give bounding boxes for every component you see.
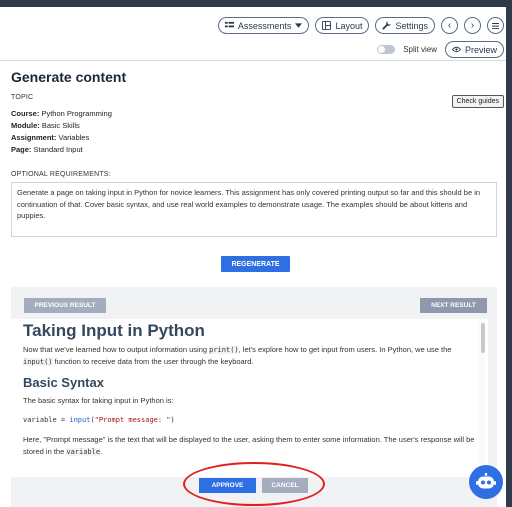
- view-controls: Split view Preview: [377, 41, 504, 58]
- result-subheading: Basic Syntax: [23, 375, 104, 390]
- split-view-label: Split view: [403, 45, 437, 54]
- regenerate-button[interactable]: REGENERATE: [221, 256, 290, 272]
- requirements-textarea[interactable]: Generate a page on taking input in Pytho…: [11, 182, 497, 237]
- topic-label: TOPIC: [11, 94, 34, 101]
- meta-assignment: Assignment: Variables: [11, 133, 90, 142]
- preview-label: Preview: [464, 44, 497, 55]
- previous-result-button[interactable]: PREVIOUS RESULT: [24, 298, 106, 313]
- top-frame-bar: [0, 0, 512, 7]
- meta-page: Page: Standard Input: [11, 145, 83, 154]
- chevron-right-icon: ›: [470, 20, 475, 31]
- assistant-bot-button[interactable]: [469, 465, 503, 499]
- prev-nav-button[interactable]: ‹: [441, 17, 458, 34]
- optional-requirements-label: OPTIONAL REQUIREMENTS:: [11, 171, 111, 178]
- syntax-text: The basic syntax for taking input in Pyt…: [23, 396, 174, 405]
- caret-down-icon: [295, 23, 303, 28]
- eye-icon: [451, 46, 461, 53]
- assessments-dropdown[interactable]: Assessments: [217, 17, 310, 34]
- next-result-button[interactable]: NEXT RESULT: [420, 298, 487, 313]
- header-divider: [0, 60, 506, 61]
- content-scrollbar-thumb[interactable]: [481, 323, 485, 353]
- result-content: Taking Input in Python Now that we've le…: [11, 319, 488, 477]
- assessments-label: Assessments: [237, 20, 292, 31]
- robot-icon: [476, 473, 496, 489]
- result-heading: Taking Input in Python: [23, 321, 205, 340]
- layout-icon: [322, 21, 332, 30]
- settings-label: Settings: [395, 20, 428, 31]
- code-example: variable = input("Prompt message: "): [23, 416, 175, 424]
- grid-list-icon: [224, 21, 234, 28]
- right-frame-bar: [506, 0, 512, 507]
- result-intro: Now that we've learned how to output inf…: [23, 345, 452, 366]
- next-nav-button[interactable]: ›: [464, 17, 481, 34]
- highlight-ring: [183, 462, 325, 506]
- explain-text: Here, "Prompt message" is the text that …: [23, 435, 475, 456]
- layout-button[interactable]: Layout: [315, 17, 370, 34]
- check-guides-button[interactable]: Check guides: [451, 95, 504, 108]
- page-title: Generate content: [11, 69, 127, 85]
- preview-button[interactable]: Preview: [444, 41, 504, 58]
- menu-button[interactable]: [487, 17, 504, 34]
- chevron-left-icon: ‹: [447, 20, 452, 31]
- meta-course: Course: Python Programming: [11, 109, 112, 118]
- split-view-toggle[interactable]: [377, 45, 396, 54]
- topic-details: Course: Python Programming Module: Basic…: [11, 108, 112, 156]
- wrench-icon: [382, 21, 392, 30]
- meta-module: Module: Basic Skills: [11, 121, 80, 130]
- layout-label: Layout: [335, 20, 363, 31]
- hamburger-icon: [492, 22, 499, 29]
- settings-button[interactable]: Settings: [375, 17, 435, 34]
- toolbar: Assessments Layout Settings ‹ ›: [217, 17, 504, 34]
